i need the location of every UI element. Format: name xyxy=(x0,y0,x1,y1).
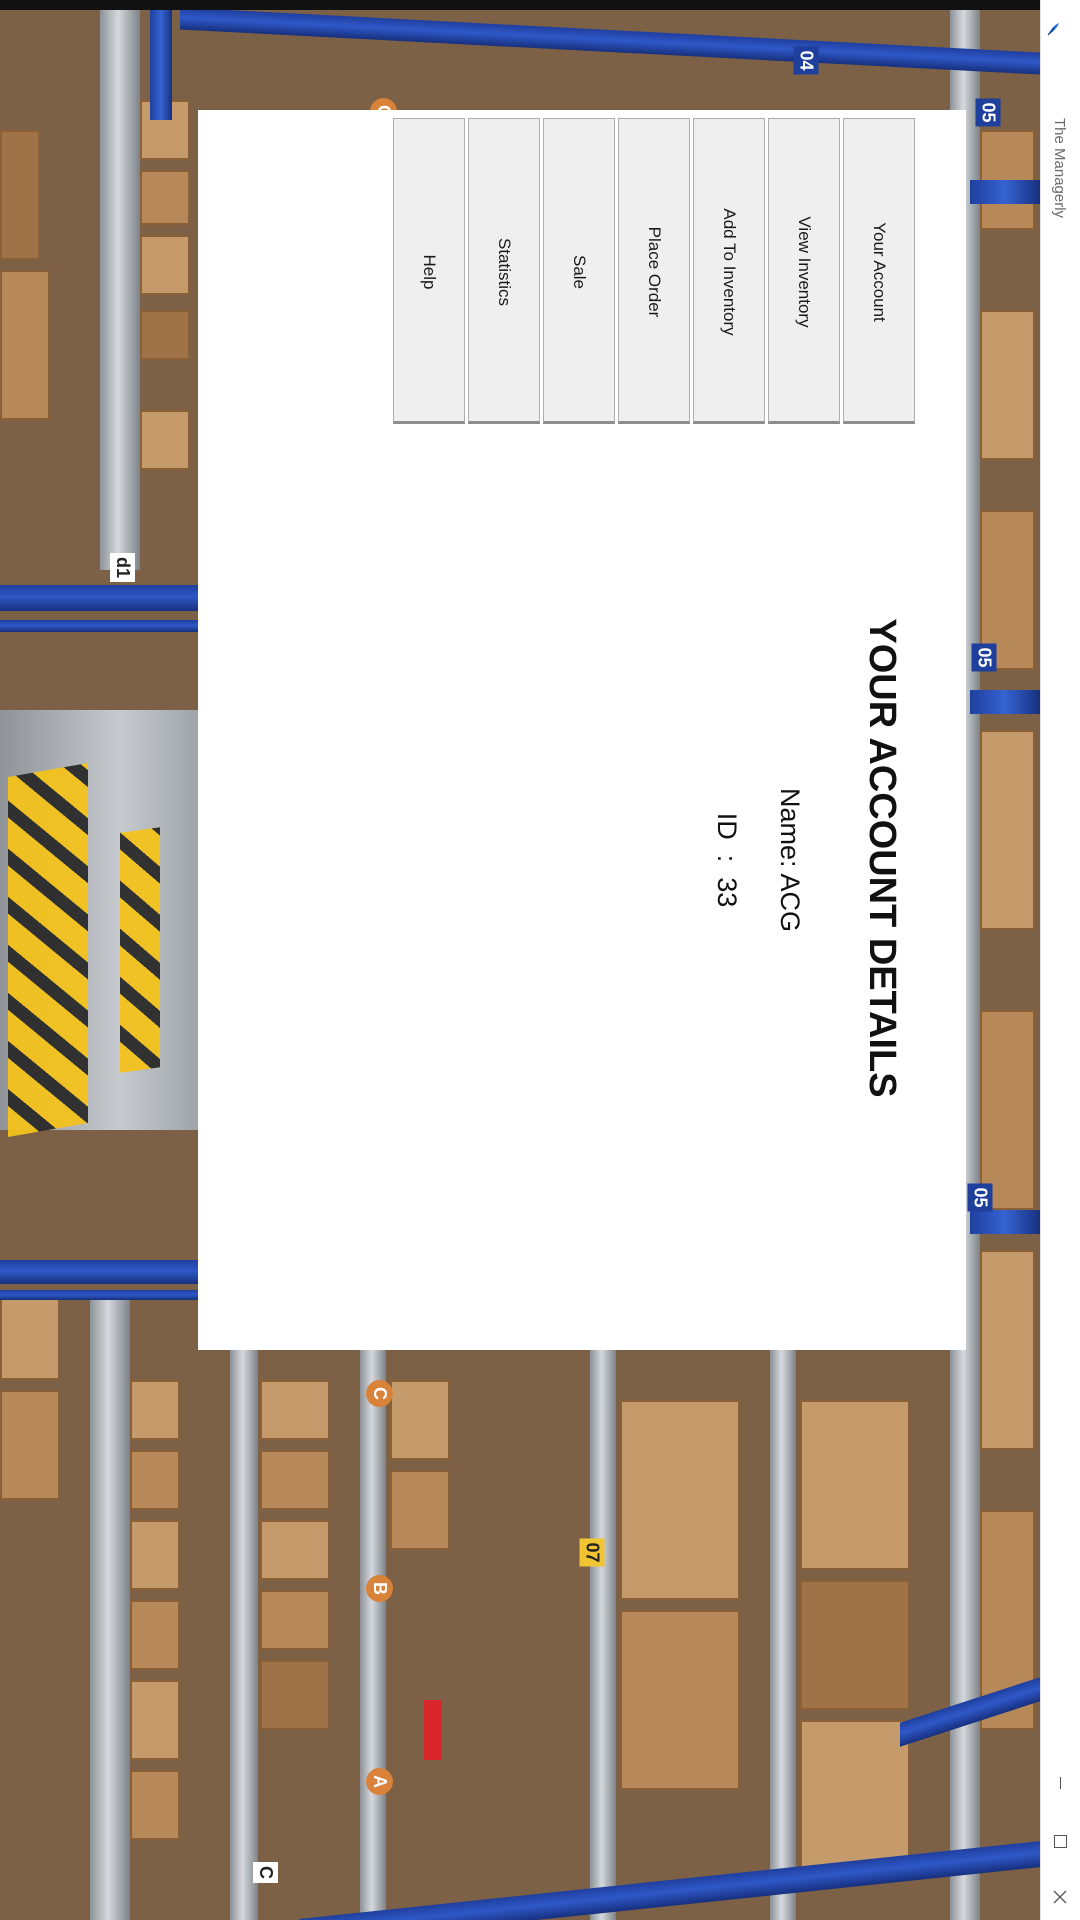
rack-tag: 05 xyxy=(971,643,997,672)
rack-tag: 05 xyxy=(967,1183,993,1212)
rack-tag: B xyxy=(366,1575,393,1602)
name-field: Name: ACG xyxy=(773,760,807,960)
maximize-button[interactable] xyxy=(1045,1826,1075,1856)
minimize-button[interactable] xyxy=(1045,1768,1075,1798)
help-button[interactable]: Help xyxy=(393,118,465,424)
sale-button[interactable]: Sale xyxy=(543,118,615,424)
account-id: ID : 33 xyxy=(712,812,742,908)
rack-tag: C xyxy=(366,1380,393,1407)
rack-tag: d1 xyxy=(110,552,136,583)
rack-upright xyxy=(590,1350,616,1920)
app-title: The Managerly xyxy=(1049,118,1069,218)
menu-label: Add To Inventory xyxy=(720,208,739,336)
menu-label: Help xyxy=(420,254,439,290)
menu-label: Your Account xyxy=(870,222,889,322)
maximize-icon xyxy=(1053,1834,1067,1848)
rack-upright xyxy=(90,1300,130,1920)
main-menu: Your Account View Inventory Add To Inven… xyxy=(392,118,916,427)
rack-tag: 04 xyxy=(793,46,819,75)
window-top-edge xyxy=(0,0,1040,10)
hazard-stripe xyxy=(8,762,88,1138)
rack-upright xyxy=(770,1350,796,1920)
rack-tag: A xyxy=(366,1768,393,1795)
your-account-button[interactable]: Your Account xyxy=(843,118,915,424)
rack-upright xyxy=(100,10,140,570)
red-handle xyxy=(424,1700,442,1760)
minimize-icon xyxy=(1059,1777,1061,1789)
page-title-wrap: YOUR ACCOUNT DETAILS xyxy=(858,598,906,1118)
feather-icon xyxy=(1044,20,1062,38)
rack-tag: C xyxy=(253,1862,278,1883)
close-button[interactable] xyxy=(1045,1882,1075,1912)
menu-label: View Inventory xyxy=(795,216,814,328)
rack-upright xyxy=(230,1350,258,1920)
place-order-button[interactable]: Place Order xyxy=(618,118,690,424)
id-field: ID : 33 xyxy=(710,770,744,950)
menu-label: Sale xyxy=(570,254,589,290)
title-bar xyxy=(1040,0,1080,1920)
close-icon xyxy=(1053,1890,1067,1904)
hazard-stripe xyxy=(120,827,160,1073)
rack-upright xyxy=(360,1350,386,1920)
account-name: Name: ACG xyxy=(775,787,805,933)
page-title: YOUR ACCOUNT DETAILS xyxy=(861,618,903,1098)
rack-tag: 07 xyxy=(579,1538,605,1567)
menu-label: Statistics xyxy=(495,237,514,307)
rack-tag: 05 xyxy=(975,98,1001,127)
add-to-inventory-button[interactable]: Add To Inventory xyxy=(693,118,765,424)
menu-label: Place Order xyxy=(645,226,664,318)
view-inventory-button[interactable]: View Inventory xyxy=(768,118,840,424)
statistics-button[interactable]: Statistics xyxy=(468,118,540,424)
